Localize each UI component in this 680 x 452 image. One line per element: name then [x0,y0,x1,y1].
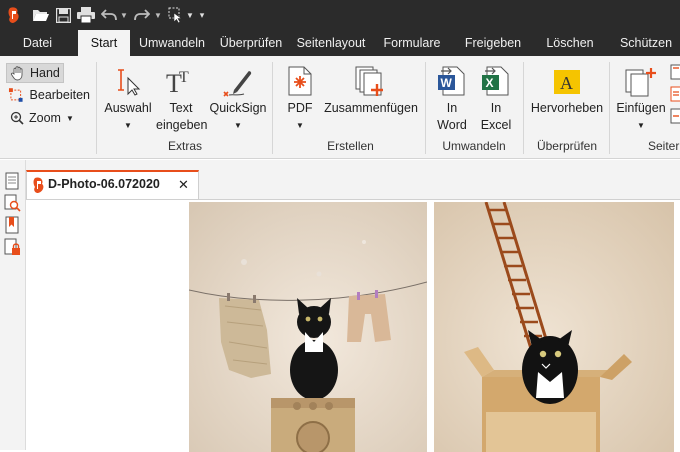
text-label-line1: Text [169,101,193,115]
in-excel-label-line2: Excel [480,118,512,132]
text-eingeben-button[interactable]: TT Text eingeben [156,64,208,134]
zoom-icon [10,111,24,125]
svg-text:X: X [486,76,494,90]
signature-pen-icon [223,71,252,97]
group-label-ueberpruefen: Überprüfen [536,139,598,153]
excel-icon: X [482,66,509,96]
save-icon[interactable] [55,5,71,25]
auswahl-button[interactable]: Auswahl ▼ [100,64,156,134]
type-text-icon: TT [166,69,189,96]
redo-dropdown-icon[interactable]: ▼ [154,5,162,25]
photo-cat-box-ladder [434,202,674,452]
tab-formulare[interactable]: Formulare [377,30,447,56]
group-label-umwandeln: Umwandeln [442,139,506,153]
document-tabs: D-Photo-06.072020 ✕ [26,160,680,200]
auswahl-dropdown-icon: ▼ [124,121,132,130]
pdf-create-button[interactable]: PDF ▼ [282,64,318,134]
word-icon: W [438,66,465,96]
undo-dropdown-icon[interactable]: ▼ [120,5,128,25]
svg-text:W: W [441,76,453,90]
thumbnails-icon[interactable] [3,172,21,190]
ribbon-separator [425,62,426,154]
bearbeiten-tool-button[interactable]: Bearbeiten [8,85,90,105]
redo-icon[interactable] [134,5,150,25]
pdf-file-icon [33,177,44,193]
page-replace-icon[interactable] [670,108,680,124]
cursor-select-icon[interactable] [168,5,184,25]
ribbon-start: Hand Bearbeiten Zoom ▼ Auswahl ▼ TT Text… [0,56,680,159]
combine-files-icon [355,66,383,96]
quicksign-button[interactable]: QuickSign ▼ [208,64,268,134]
zusammenfuegen-label: Zusammenfügen [324,101,418,115]
quicksign-label: QuickSign [209,101,267,115]
folder-open-icon[interactable] [32,5,50,25]
undo-icon[interactable] [101,5,117,25]
app-logo-icon[interactable] [6,5,22,25]
in-word-label-line1: In [446,101,458,115]
tab-start[interactable]: Start [78,30,130,56]
ribbon-separator [272,62,273,154]
hand-tool-button[interactable]: Hand [6,63,64,83]
pdf-new-icon [288,66,312,96]
printer-icon[interactable] [77,5,95,25]
in-word-label-line2: Word [437,118,467,132]
zusammenfuegen-button[interactable]: Zusammenfügen [322,64,420,134]
pdf-dropdown-icon: ▼ [296,121,304,130]
group-label-extras: Extras [167,139,202,153]
customize-toolbar-icon[interactable]: ▾ [197,5,207,25]
quicksign-dropdown-icon: ▼ [234,121,242,130]
einfuegen-dropdown-icon: ▼ [637,121,645,130]
tab-schuetzen[interactable]: Schützen [612,30,680,56]
pdf-label: PDF [287,101,313,115]
einfuegen-button[interactable]: Einfügen ▼ [614,64,668,134]
insert-pages-icon [625,68,656,97]
in-excel-label-line1: In [490,101,502,115]
svg-text:T: T [179,69,189,86]
navigation-panel [0,160,26,450]
zoom-dropdown-icon: ▼ [65,113,74,123]
edit-frame-icon [8,88,23,102]
svg-text:A: A [560,73,573,93]
hervorheben-button[interactable]: A Hervorheben [528,64,606,134]
cursor-dropdown-icon[interactable]: ▼ [186,5,194,25]
page-extract-icon[interactable] [670,64,680,80]
ribbon-tabs: Datei Start Umwandeln Überprüfen Seitenl… [0,30,680,56]
tab-seitenlayout[interactable]: Seitenlayout [291,30,371,56]
page-delete-icon[interactable] [670,86,680,102]
einfuegen-label: Einfügen [616,101,666,115]
ribbon-separator [609,62,610,154]
document-tab[interactable]: D-Photo-06.072020 ✕ [26,170,199,200]
photo-cat-clothesline [189,202,427,452]
document-view[interactable] [26,199,680,452]
tab-ueberpruefen[interactable]: Überprüfen [213,30,289,56]
hervorheben-label: Hervorheben [530,101,604,115]
ribbon-separator [96,62,97,154]
ribbon-separator [523,62,524,154]
tab-loeschen[interactable]: Löschen [538,30,602,56]
zoom-label: Zoom [29,111,61,125]
bookmarks-icon[interactable] [3,216,21,234]
hand-icon [10,66,23,81]
highlight-icon: A [554,70,580,94]
text-select-icon [118,69,141,96]
tab-freigeben[interactable]: Freigeben [458,30,528,56]
in-word-button[interactable]: W In Word [432,64,472,138]
text-label-line2: eingeben [156,118,208,132]
in-excel-button[interactable]: X In Excel [476,64,516,138]
close-tab-icon[interactable]: ✕ [178,177,189,193]
security-icon[interactable] [3,238,21,256]
bearbeiten-label: Bearbeiten [29,88,90,102]
zoom-tool-button[interactable]: Zoom ▼ [10,108,78,128]
group-label-erstellen: Erstellen [327,139,374,153]
tab-umwandeln[interactable]: Umwandeln [133,30,211,56]
document-tab-title: D-Photo-06.072020 [48,177,160,191]
group-label-seiten: Seiter [648,139,680,153]
search-document-icon[interactable] [3,194,21,212]
hand-label: Hand [30,66,60,80]
auswahl-label: Auswahl [104,101,152,115]
tab-datei[interactable]: Datei [15,30,60,56]
quick-access-toolbar: ▼ ▼ ▼ ▾ [0,0,680,30]
